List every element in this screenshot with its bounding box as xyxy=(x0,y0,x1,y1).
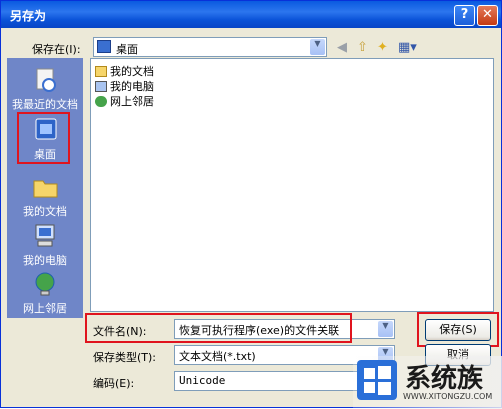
desktop-icon xyxy=(97,40,111,53)
help-button[interactable]: ? xyxy=(454,5,475,26)
my-documents-icon xyxy=(30,173,60,201)
title-bar[interactable]: 另存为 ? ✕ xyxy=(1,1,501,28)
save-type-value: 文本文档(*.txt) xyxy=(179,350,256,363)
encoding-value: Unicode xyxy=(179,374,226,387)
watermark-title: 系统族 xyxy=(405,364,484,394)
encoding-label: 编码(E): xyxy=(93,377,135,390)
list-item[interactable]: 我的电脑 xyxy=(95,78,154,94)
up-folder-icon[interactable]: ⇧ xyxy=(357,40,368,55)
folder-icon xyxy=(95,66,107,77)
network-places-icon xyxy=(30,270,60,298)
list-item[interactable]: 网上邻居 xyxy=(95,93,154,109)
new-folder-icon[interactable]: ✦ xyxy=(377,40,388,55)
windows-logo-icon xyxy=(357,360,397,400)
file-list[interactable]: 我的文档 我的电脑 网上邻居 xyxy=(90,58,494,312)
list-item[interactable]: 我的文档 xyxy=(95,63,154,79)
place-network[interactable]: 网上邻居 xyxy=(7,270,83,316)
save-highlight-box xyxy=(417,312,499,347)
place-label: 我的文档 xyxy=(23,205,67,218)
places-bar: 我最近的文档 桌面 我的文档 我的电脑 网上邻居 xyxy=(7,58,83,318)
place-label: 我最近的文档 xyxy=(12,98,78,111)
chevron-down-icon[interactable]: ▼ xyxy=(310,39,325,55)
save-type-label: 保存类型(T): xyxy=(93,351,157,364)
back-icon[interactable]: ◀ xyxy=(337,40,347,55)
save-as-dialog: 另存为 ? ✕ 保存在(I): 桌面 ▼ ◀ ⇧ ✦ ▦▾ 我最近的文档 桌面 … xyxy=(0,0,502,409)
watermark: 系统族 WWW.XITONGZU.COM xyxy=(353,356,502,409)
save-in-label: 保存在(I): xyxy=(32,43,81,56)
recent-documents-icon xyxy=(30,66,60,94)
place-my-documents[interactable]: 我的文档 xyxy=(7,173,83,219)
computer-icon xyxy=(95,81,107,92)
place-label: 网上邻居 xyxy=(23,302,67,315)
desktop-highlight-box xyxy=(17,112,70,164)
window-title: 另存为 xyxy=(10,9,47,23)
close-button[interactable]: ✕ xyxy=(477,5,498,26)
save-in-combo[interactable]: 桌面 ▼ xyxy=(93,37,327,57)
save-in-value: 桌面 xyxy=(116,43,138,56)
place-label: 我的电脑 xyxy=(23,254,67,267)
place-my-computer[interactable]: 我的电脑 xyxy=(7,222,83,268)
view-menu-icon[interactable]: ▦▾ xyxy=(398,40,417,55)
watermark-url: WWW.XITONGZU.COM xyxy=(403,392,493,401)
filename-highlight-box xyxy=(85,313,352,343)
place-recent-documents[interactable]: 我最近的文档 xyxy=(7,66,83,112)
chevron-down-icon[interactable]: ▼ xyxy=(378,321,393,337)
my-computer-icon xyxy=(30,222,60,250)
network-icon xyxy=(95,96,107,107)
